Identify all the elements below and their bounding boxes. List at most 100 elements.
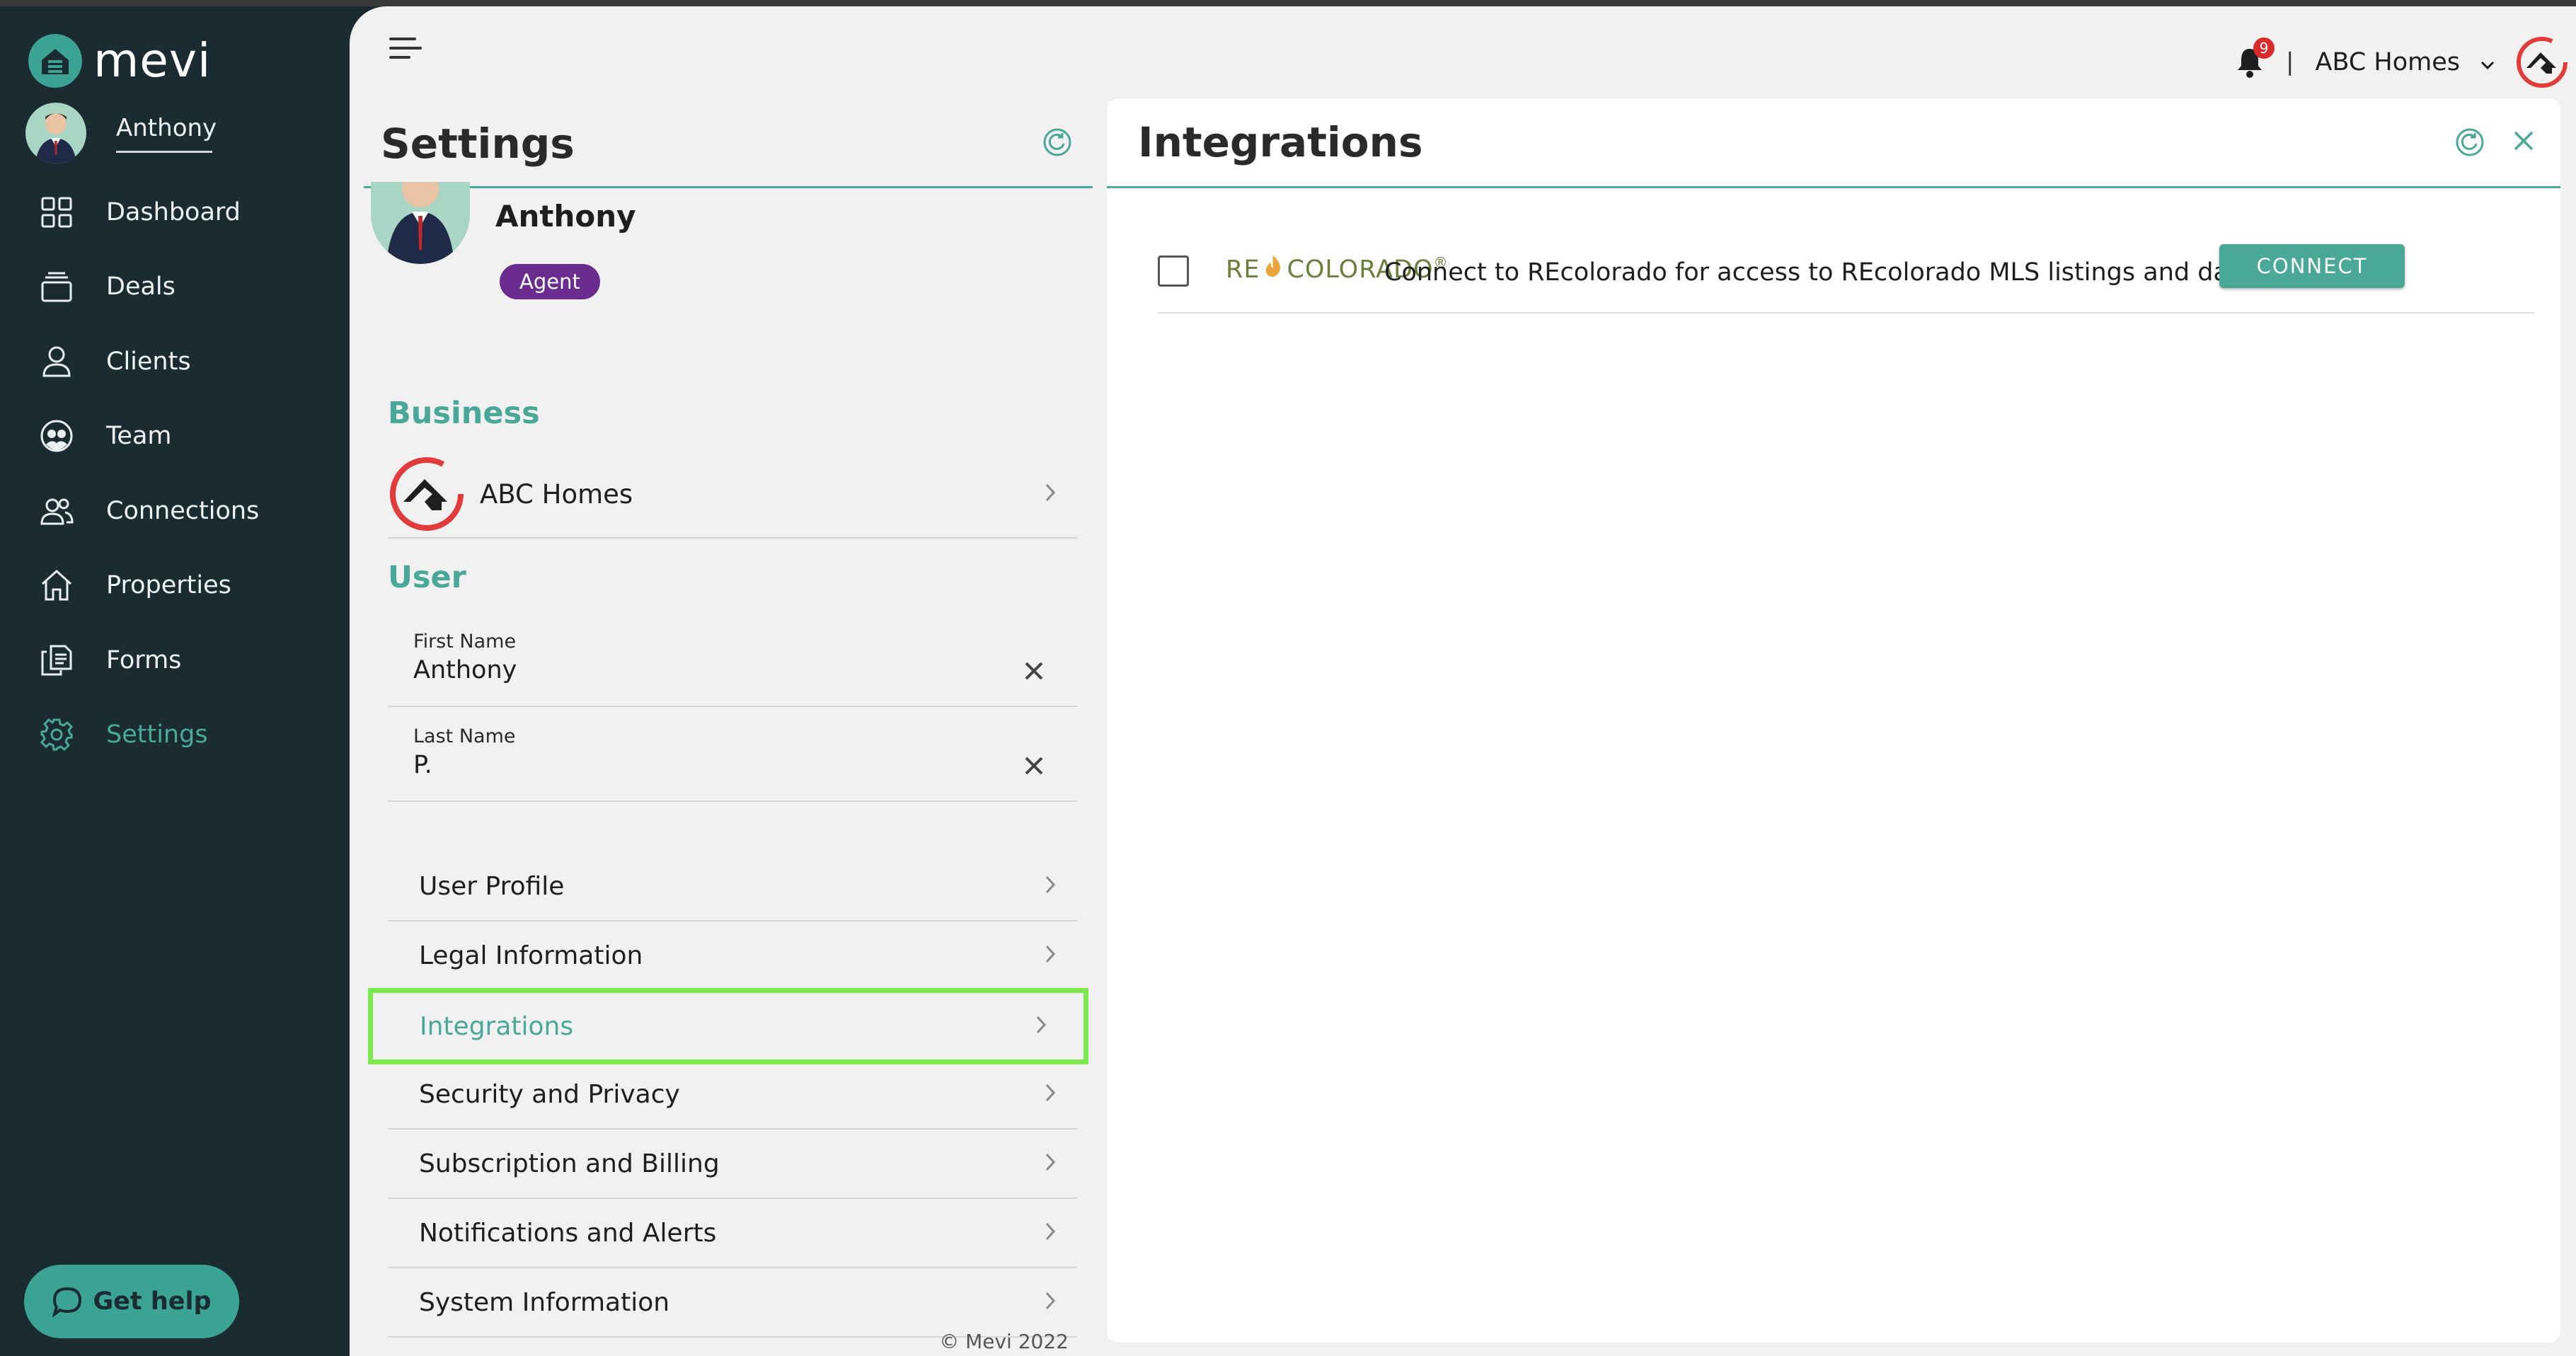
sidebar-item-label: Forms: [106, 645, 182, 674]
chevron-right-icon: [1045, 1152, 1056, 1175]
logo-left-text: RE: [1226, 255, 1260, 284]
chat-bubble-icon: [52, 1286, 83, 1317]
menu-system-information[interactable]: System Information: [388, 1268, 1077, 1338]
sidebar-item-label: Clients: [106, 347, 191, 376]
chevron-right-icon: [1045, 1291, 1056, 1314]
team-icon: [38, 418, 75, 454]
documents-icon: [38, 642, 75, 679]
flame-icon: [1263, 254, 1284, 285]
menu-security-and-privacy[interactable]: Security and Privacy: [388, 1060, 1077, 1130]
notification-count-badge: 9: [2253, 38, 2275, 59]
sidebar-item-deals[interactable]: Deals: [0, 250, 350, 325]
grid-icon: [38, 194, 75, 231]
chevron-right-icon: [1045, 1222, 1056, 1244]
menu-integrations[interactable]: Integrations: [368, 988, 1088, 1064]
menu-label: Security and Privacy: [419, 1079, 680, 1109]
chevron-right-icon: [1045, 875, 1056, 897]
chevron-right-icon: [1035, 1015, 1047, 1038]
refresh-icon[interactable]: [2454, 127, 2485, 161]
main-area: 9 | ABC Homes Settings Anthony Agent Bus…: [350, 6, 2576, 1356]
people-icon: [38, 493, 75, 529]
integration-row: RE COLORADO ® Connect to REcolorado for …: [1158, 240, 2535, 314]
connect-button[interactable]: CONNECT: [2219, 244, 2405, 288]
house-icon: [38, 567, 75, 604]
last-name-input[interactable]: [413, 751, 979, 779]
app-logo[interactable]: mevi: [28, 33, 211, 88]
mevi-logo-icon: [28, 33, 82, 88]
sidebar-item-label: Dashboard: [106, 197, 241, 226]
person-icon: [38, 343, 75, 380]
integrations-panel: Integrations RE COLORADO ® Connect to RE…: [1107, 98, 2560, 1343]
business-row[interactable]: ABC Homes: [388, 451, 1077, 539]
company-logo-icon[interactable]: [2515, 35, 2569, 89]
menu-label: User Profile: [419, 871, 565, 901]
get-help-button[interactable]: Get help: [24, 1265, 239, 1338]
sidebar-item-label: Team: [106, 422, 172, 451]
app-name: mevi: [93, 33, 212, 88]
bell-icon: [2232, 49, 2267, 83]
menu-toggle-icon[interactable]: [389, 38, 422, 66]
settings-panel: Settings Anthony Agent Business ABC Home…: [350, 98, 1097, 1356]
business-heading: Business: [388, 396, 540, 431]
sidebar-item-clients[interactable]: Clients: [0, 324, 350, 399]
menu-user-profile[interactable]: User Profile: [388, 852, 1077, 921]
chevron-right-icon: [1045, 483, 1056, 505]
chevron-right-icon: [1045, 944, 1056, 967]
sidebar-item-connections[interactable]: Connections: [0, 473, 350, 548]
sidebar-item-label: Connections: [106, 496, 260, 525]
notifications-button[interactable]: 9: [2232, 38, 2275, 83]
chevron-right-icon: [1045, 1083, 1056, 1105]
gear-icon: [38, 716, 75, 753]
topbar-separator: |: [2286, 48, 2294, 76]
sidebar-item-label: Settings: [106, 720, 208, 749]
copyright: © Mevi 2022: [939, 1330, 1069, 1353]
sidebar-item-settings[interactable]: Settings: [0, 698, 350, 773]
company-logo-icon: [388, 455, 466, 533]
menu-label: Notifications and Alerts: [419, 1218, 717, 1248]
sidebar-user[interactable]: Anthony: [25, 103, 217, 163]
sidebar-item-label: Deals: [106, 272, 176, 301]
sidebar: mevi Anthony Dashboard Deals Clients Tea…: [0, 6, 350, 1356]
menu-subscription-and-billing[interactable]: Subscription and Billing: [388, 1130, 1077, 1199]
profile-avatar: [371, 182, 470, 264]
clear-first-name-icon[interactable]: [1023, 660, 1045, 684]
close-icon[interactable]: [2511, 128, 2536, 156]
sidebar-item-team[interactable]: Team: [0, 399, 350, 474]
first-name-field: First Name: [388, 612, 1077, 707]
clear-last-name-icon[interactable]: [1023, 755, 1045, 779]
menu-notifications-and-alerts[interactable]: Notifications and Alerts: [388, 1199, 1077, 1268]
get-help-label: Get help: [93, 1287, 212, 1316]
first-name-input[interactable]: [413, 656, 979, 684]
window-top-strip: [0, 0, 2576, 6]
avatar: [25, 103, 86, 163]
sidebar-nav: Dashboard Deals Clients Team Connections…: [0, 175, 350, 772]
last-name-label: Last Name: [413, 725, 516, 747]
stack-icon: [38, 268, 75, 305]
integrations-title: Integrations: [1138, 118, 1423, 166]
settings-title: Settings: [381, 120, 575, 168]
topbar-actions: 9 | ABC Homes: [2232, 32, 2576, 93]
sidebar-item-dashboard[interactable]: Dashboard: [0, 175, 350, 250]
menu-label: Subscription and Billing: [419, 1149, 720, 1178]
user-name: Anthony: [116, 114, 217, 153]
sidebar-item-properties[interactable]: Properties: [0, 548, 350, 624]
integration-description: Connect to REcolorado for access to REco…: [1384, 258, 2262, 287]
first-name-label: First Name: [413, 631, 517, 653]
user-heading: User: [388, 560, 466, 595]
sidebar-item-forms[interactable]: Forms: [0, 623, 350, 698]
integration-checkbox[interactable]: [1158, 255, 1189, 287]
last-name-field: Last Name: [388, 707, 1077, 802]
company-selector[interactable]: ABC Homes: [2316, 48, 2496, 76]
menu-legal-information[interactable]: Legal Information: [388, 921, 1077, 991]
menu-label: Legal Information: [419, 941, 643, 970]
profile-name: Anthony: [495, 199, 636, 234]
menu-label: Integrations: [420, 1011, 574, 1041]
company-name: ABC Homes: [2315, 48, 2461, 76]
divider: [364, 186, 1093, 188]
role-badge: Agent: [500, 264, 600, 299]
divider: [1107, 186, 2560, 188]
refresh-icon[interactable]: [1042, 127, 1073, 161]
menu-label: System Information: [419, 1287, 670, 1317]
business-name: ABC Homes: [480, 478, 633, 510]
sidebar-item-label: Properties: [106, 571, 231, 600]
